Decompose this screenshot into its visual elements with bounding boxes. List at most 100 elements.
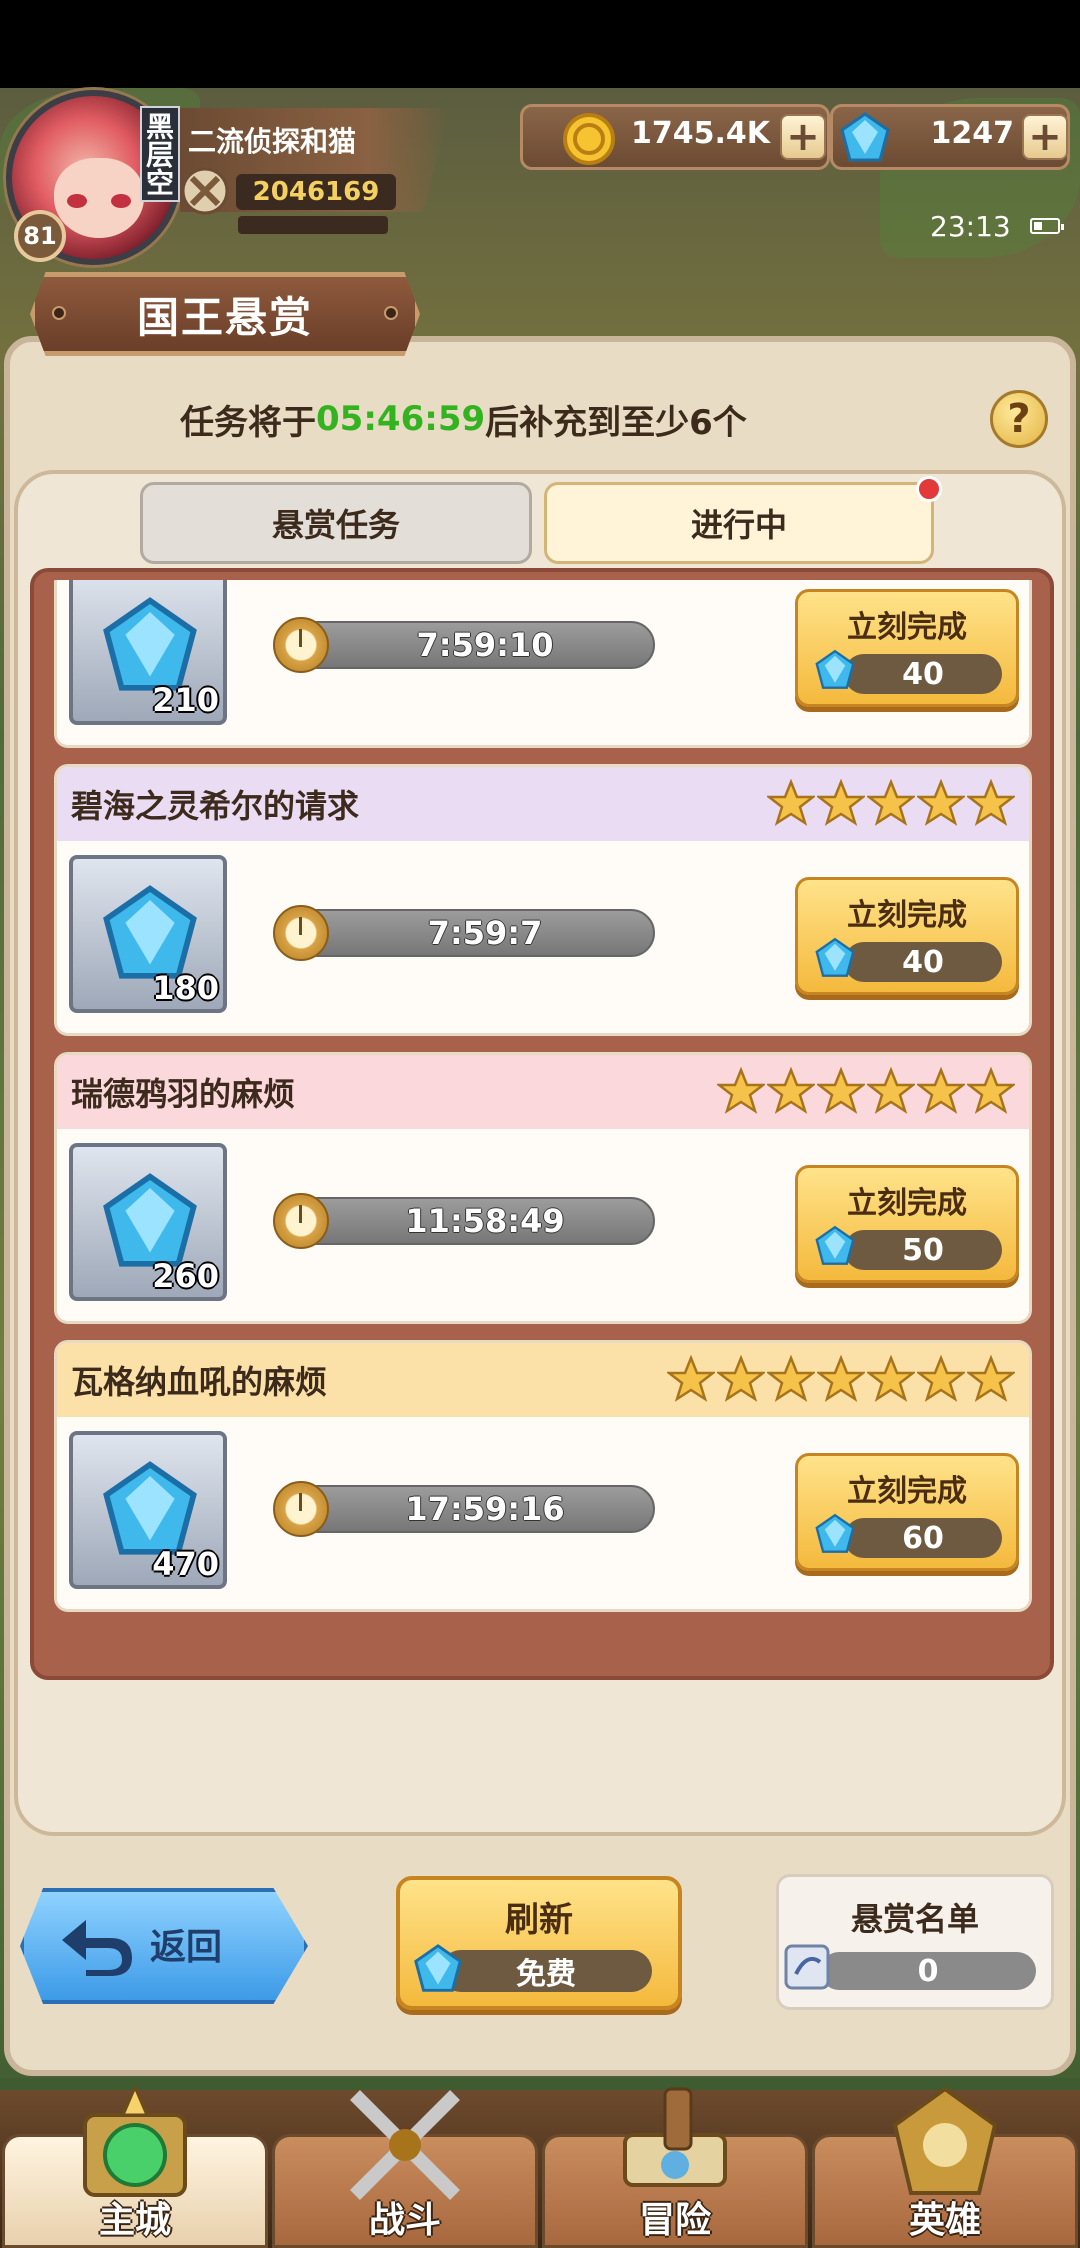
nav-label: 主城 xyxy=(98,2200,171,2241)
nav-tab-2[interactable]: 冒险 xyxy=(542,2087,808,2248)
battery-icon xyxy=(1030,218,1064,234)
task-stars xyxy=(767,779,1015,827)
task-body: 260 11:58:49 立刻完成 50 xyxy=(57,1129,1029,1321)
refill-prefix: 任务将于 xyxy=(180,402,316,443)
finish-cost: 60 xyxy=(844,1518,1002,1558)
bounty-list-label: 悬赏名单 xyxy=(850,1900,979,1938)
clock-time: 23:13 xyxy=(930,210,1011,243)
star-icon xyxy=(967,779,1015,826)
finish-label: 立刻完成 xyxy=(847,1186,967,1221)
nav-tab-3[interactable]: 英雄 xyxy=(812,2086,1078,2248)
task-timer: 17:59:16 xyxy=(273,1481,655,1537)
star-icon xyxy=(667,1355,715,1402)
task-timer: 7:59:10 xyxy=(273,617,655,673)
star-icon xyxy=(967,1355,1015,1402)
tab-in-progress[interactable]: 进行中 xyxy=(544,482,934,564)
star-icon xyxy=(717,1067,765,1114)
return-arrow-icon xyxy=(62,1920,132,1976)
nav-tab-1[interactable]: 战斗 xyxy=(272,2090,538,2248)
back-label: 返回 xyxy=(150,1927,223,1968)
task-card: 瑞德鸦羽的麻烦 260 11:58:49 立刻完成 50 xyxy=(54,1052,1032,1324)
diamond-icon xyxy=(414,1944,462,1992)
nav-label: 冒险 xyxy=(638,2200,711,2241)
finish-cost: 50 xyxy=(844,1230,1002,1270)
diamond-amount: 1247 xyxy=(930,116,1015,151)
reward-amount: 180 xyxy=(152,969,219,1007)
task-stars xyxy=(667,1355,1015,1403)
reward-slot[interactable]: 260 xyxy=(69,1143,227,1301)
nav-label: 英雄 xyxy=(908,2200,981,2241)
bounty-list-count: 0 xyxy=(820,1952,1036,1990)
reward-slot[interactable]: 180 xyxy=(69,855,227,1013)
guild-badge: 黑层空 xyxy=(140,106,180,202)
refill-countdown: 05:46:59 xyxy=(316,399,486,439)
refill-suffix: 后补充到至少6个 xyxy=(485,402,747,443)
reward-slot[interactable]: 210 xyxy=(69,580,227,725)
finish-cost: 40 xyxy=(844,654,1002,694)
notification-dot xyxy=(916,476,942,502)
task-name: 瑞德鸦羽的麻烦 xyxy=(71,1075,296,1113)
player-level-badge: 81 xyxy=(14,210,66,262)
add-diamond-button[interactable]: + xyxy=(1022,114,1068,160)
page-title: 国王悬赏 xyxy=(136,292,313,342)
task-timer: 11:58:49 xyxy=(273,1193,655,1249)
star-icon xyxy=(967,1067,1015,1114)
crossed-swords-power-icon xyxy=(181,167,229,215)
finish-now-button[interactable]: 立刻完成 50 xyxy=(795,1165,1019,1283)
gold-amount: 1745.4K xyxy=(630,116,770,151)
diamond-icon xyxy=(840,112,890,162)
star-icon xyxy=(867,1067,915,1114)
refresh-label: 刷新 xyxy=(505,1900,573,1940)
task-body: 210 7:59:10 立刻完成 40 xyxy=(57,580,1029,745)
avatar-eyes xyxy=(67,194,131,208)
finish-label: 立刻完成 xyxy=(847,610,967,645)
star-icon xyxy=(817,1355,865,1402)
tab-bounty-tasks[interactable]: 悬赏任务 xyxy=(140,482,532,564)
add-gold-button[interactable]: + xyxy=(780,114,826,160)
finish-now-button[interactable]: 立刻完成 60 xyxy=(795,1453,1019,1571)
diamond-icon xyxy=(812,648,858,694)
finish-label: 立刻完成 xyxy=(847,898,967,933)
refresh-cost: 免费 xyxy=(440,1950,652,1992)
reward-amount: 470 xyxy=(152,1545,219,1583)
star-icon xyxy=(767,1355,815,1402)
star-icon xyxy=(817,779,865,826)
diamond-icon xyxy=(812,1224,858,1270)
task-body: 180 7:59:7 立刻完成 40 xyxy=(57,841,1029,1033)
power-sub-bar xyxy=(238,216,388,234)
timer-text: 7:59:10 xyxy=(416,626,554,664)
diamond-icon xyxy=(812,1512,858,1558)
task-header: 瓦格纳血吼的麻烦 xyxy=(57,1343,1029,1417)
task-stars xyxy=(717,1067,1015,1115)
star-icon xyxy=(917,779,965,826)
star-icon xyxy=(867,1355,915,1402)
task-header: 瑞德鸦羽的麻烦 xyxy=(57,1055,1029,1129)
timer-text: 7:59:7 xyxy=(427,914,543,952)
task-body: 470 17:59:16 立刻完成 60 xyxy=(57,1417,1029,1609)
reward-slot[interactable]: 470 xyxy=(69,1431,227,1589)
star-icon xyxy=(867,779,915,826)
star-icon xyxy=(717,1355,765,1402)
task-timer: 7:59:7 xyxy=(273,905,655,961)
player-name: 二流侦探和猫 xyxy=(188,125,357,158)
finish-now-button[interactable]: 立刻完成 40 xyxy=(795,589,1019,707)
task-card: 瓦格纳血吼的麻烦 470 17:59:16 立刻完成 60 xyxy=(54,1340,1032,1612)
star-icon xyxy=(767,779,815,826)
refill-notice: 任务将于 05:46:59 后补充到至少6个 xyxy=(180,394,900,444)
task-name: 碧海之灵希尔的请求 xyxy=(71,787,360,825)
task-list[interactable]: 210 7:59:10 立刻完成 40 碧海之灵希尔的请求 180 7:59:7 立刻完成 40… xyxy=(46,580,1040,1668)
finish-cost: 40 xyxy=(844,942,1002,982)
timer-text: 11:58:49 xyxy=(405,1202,565,1240)
gold-coin-icon xyxy=(563,113,615,165)
nav-tab-0[interactable]: 主城 xyxy=(2,2083,268,2248)
star-icon xyxy=(917,1355,965,1402)
help-button[interactable]: ? xyxy=(990,390,1048,448)
reward-amount: 210 xyxy=(152,681,219,719)
task-card: 碧海之灵希尔的请求 180 7:59:7 立刻完成 40 xyxy=(54,764,1032,1036)
finish-now-button[interactable]: 立刻完成 40 xyxy=(795,877,1019,995)
star-icon xyxy=(917,1067,965,1114)
scroll-icon xyxy=(784,1944,830,1990)
timer-text: 17:59:16 xyxy=(405,1490,565,1528)
star-icon xyxy=(817,1067,865,1114)
finish-label: 立刻完成 xyxy=(847,1474,967,1509)
